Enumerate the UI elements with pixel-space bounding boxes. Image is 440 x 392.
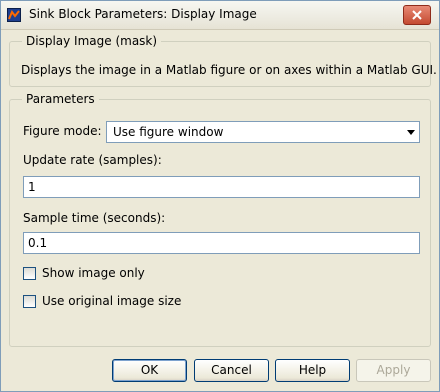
figure-mode-value: Use figure window	[113, 125, 224, 139]
close-x-icon	[412, 10, 422, 20]
apply-button[interactable]: Apply	[356, 359, 431, 382]
mask-description-group: Display Image (mask) Displays the image …	[9, 34, 437, 87]
window-title: Sink Block Parameters: Display Image	[29, 7, 257, 21]
figure-mode-label: Figure mode:	[23, 124, 102, 138]
show-image-only-checkbox[interactable]	[23, 266, 36, 280]
use-original-size-option[interactable]: Use original image size	[23, 294, 181, 308]
update-rate-input[interactable]: 1	[23, 176, 420, 198]
chevron-down-icon[interactable]	[407, 130, 415, 135]
dialog-window: Sink Block Parameters: Display Image Dis…	[0, 0, 440, 392]
use-original-size-label: Use original image size	[42, 294, 182, 308]
mask-description: Displays the image in a Matlab figure or…	[21, 63, 437, 77]
show-image-only-option[interactable]: Show image only	[23, 266, 145, 280]
sample-time-label: Sample time (seconds):	[23, 211, 166, 225]
title-bar[interactable]: Sink Block Parameters: Display Image	[1, 1, 439, 30]
use-original-size-checkbox[interactable]	[23, 294, 36, 308]
parameters-group-title: Parameters	[22, 92, 99, 106]
cancel-button[interactable]: Cancel	[194, 359, 269, 382]
matlab-block-icon	[7, 8, 21, 22]
sample-time-input[interactable]: 0.1	[23, 232, 420, 254]
parameters-group: Parameters Figure mode: Use figure windo…	[9, 92, 431, 347]
show-image-only-label: Show image only	[42, 266, 145, 280]
ok-button[interactable]: OK	[112, 359, 187, 382]
figure-mode-dropdown[interactable]: Use figure window	[106, 121, 420, 143]
close-button[interactable]	[403, 5, 431, 25]
help-button[interactable]: Help	[275, 359, 350, 382]
mask-group-title: Display Image (mask)	[22, 34, 162, 48]
update-rate-label: Update rate (samples):	[23, 153, 162, 167]
